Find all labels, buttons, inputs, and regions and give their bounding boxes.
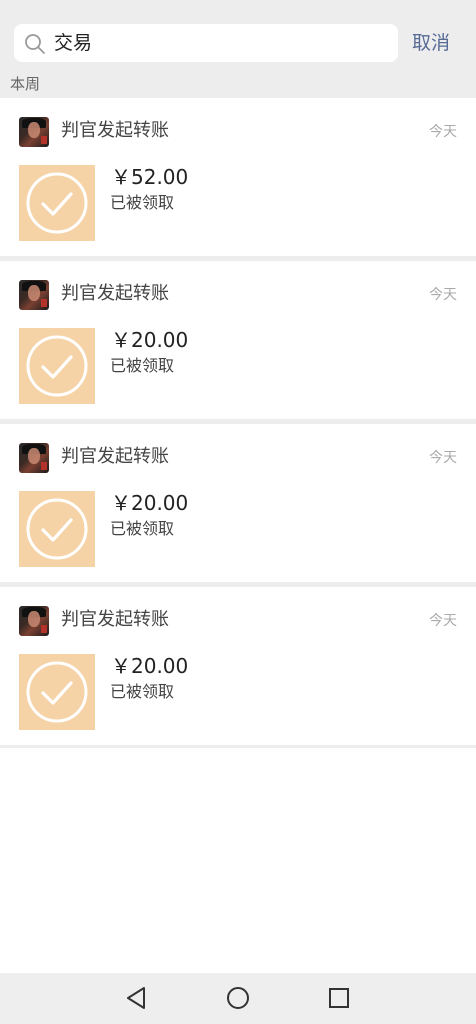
timestamp: 今天 (429, 287, 457, 303)
transaction-card[interactable]: 判官发起转账 今天 ￥20.00 已被领取 (0, 261, 476, 419)
avatar (19, 280, 49, 310)
sender-label: 判官发起转账 (61, 120, 169, 141)
system-navigation-bar (0, 973, 476, 1024)
avatar (19, 443, 49, 473)
transfer-status: 已被领取 (110, 519, 175, 538)
search-query-text: 交易 (54, 32, 93, 54)
timestamp: 今天 (429, 450, 457, 466)
avatar (19, 606, 49, 636)
transfer-amount: ￥52.00 (111, 165, 189, 189)
transfer-status: 已被领取 (110, 682, 175, 701)
transfer-amount: ￥20.00 (111, 328, 189, 352)
transaction-list: 判官发起转账 今天 ￥52.00 已被领取 判官发起转账 今天 ￥20.00 已… (0, 98, 476, 750)
transfer-status: 已被领取 (110, 356, 175, 375)
timestamp: 今天 (429, 124, 457, 140)
timestamp: 今天 (429, 613, 457, 629)
transaction-card[interactable]: 判官发起转账 今天 ￥52.00 已被领取 (0, 98, 476, 256)
sender-label: 判官发起转账 (61, 446, 169, 467)
circle-home-icon[interactable] (225, 985, 251, 1011)
transfer-thumbnail (19, 165, 95, 241)
sender-label: 判官发起转账 (61, 609, 169, 630)
transfer-thumbnail (19, 654, 95, 730)
search-input[interactable]: 交易 (14, 24, 398, 62)
section-label-this-week: 本周 (10, 75, 41, 93)
empty-area (0, 748, 476, 973)
transfer-thumbnail (19, 328, 95, 404)
square-recents-icon[interactable] (326, 985, 352, 1011)
transfer-status: 已被领取 (110, 193, 175, 212)
search-header: 交易 取消 (0, 0, 476, 72)
check-circle-icon (26, 335, 88, 397)
transfer-amount: ￥20.00 (111, 491, 189, 515)
check-circle-icon (26, 498, 88, 560)
transfer-thumbnail (19, 491, 95, 567)
triangle-back-icon[interactable] (124, 985, 150, 1011)
transaction-card[interactable]: 判官发起转账 今天 ￥20.00 已被领取 (0, 424, 476, 582)
cancel-button[interactable]: 取消 (412, 30, 450, 56)
search-icon (25, 34, 45, 54)
transfer-amount: ￥20.00 (111, 654, 189, 678)
check-circle-icon (26, 172, 88, 234)
check-circle-icon (26, 661, 88, 723)
sender-label: 判官发起转账 (61, 283, 169, 304)
avatar (19, 117, 49, 147)
transaction-card[interactable]: 判官发起转账 今天 ￥20.00 已被领取 (0, 587, 476, 745)
